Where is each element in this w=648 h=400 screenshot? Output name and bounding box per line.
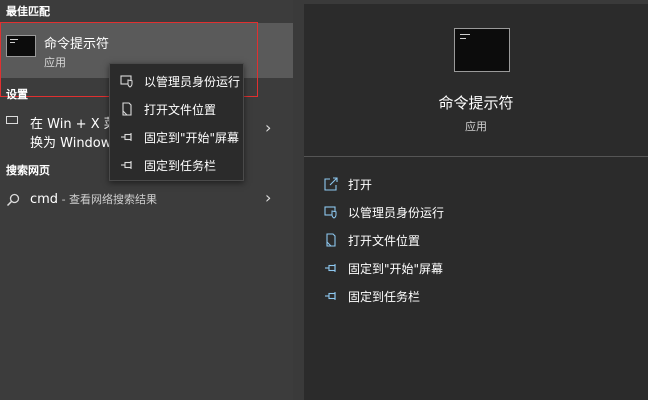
- folder-file-icon: [324, 233, 338, 247]
- action-label: 打开: [348, 178, 373, 192]
- web-search-suffix: - 查看网络搜索结果: [58, 193, 158, 206]
- web-search-query: cmd: [30, 192, 59, 207]
- settings-header: 设置: [6, 88, 28, 101]
- context-menu-item-run-as-admin[interactable]: 以管理员身份运行: [110, 68, 243, 94]
- action-run-as-admin[interactable]: 以管理员身份运行: [304, 200, 648, 224]
- shield-window-icon: [120, 74, 134, 88]
- context-menu-label: 固定到"开始"屏幕: [144, 131, 240, 145]
- cmd-app-large-icon: [454, 28, 510, 72]
- action-open[interactable]: 打开: [304, 172, 648, 196]
- pin-icon: [324, 261, 338, 275]
- context-menu-item-open-location[interactable]: 打开文件位置: [110, 96, 243, 122]
- best-match-header: 最佳匹配: [6, 5, 50, 18]
- action-label: 固定到任务栏: [348, 290, 421, 304]
- chevron-right-icon[interactable]: ›: [265, 188, 271, 207]
- action-pin-taskbar[interactable]: 固定到任务栏: [304, 284, 648, 308]
- cmd-app-icon: [6, 35, 36, 57]
- pin-icon: [120, 130, 134, 144]
- context-menu-item-pin-taskbar[interactable]: 固定到任务栏: [110, 152, 243, 178]
- context-menu: 以管理员身份运行 打开文件位置 固定到"开始"屏幕 固定到任务栏: [109, 63, 244, 181]
- action-label: 以管理员身份运行: [348, 206, 445, 220]
- preview-title: 命令提示符: [438, 94, 514, 112]
- results-pane: 最佳匹配 命令提示符 应用 设置 在 Win + X 菜 换为 Window ›…: [0, 0, 293, 400]
- divider: [304, 156, 648, 157]
- pin-icon: [324, 289, 338, 303]
- action-label: 打开文件位置: [348, 234, 421, 248]
- context-menu-label: 以管理员身份运行: [144, 75, 241, 89]
- context-menu-label: 打开文件位置: [144, 103, 217, 117]
- folder-file-icon: [120, 102, 134, 116]
- shield-window-icon: [324, 205, 338, 219]
- settings-monitor-icon: [6, 116, 18, 124]
- search-window: 最佳匹配 命令提示符 应用 设置 在 Win + X 菜 换为 Window ›…: [0, 0, 648, 400]
- context-menu-label: 固定到任务栏: [144, 159, 217, 173]
- settings-item-line2: 换为 Window: [30, 136, 112, 151]
- best-match-title: 命令提示符: [44, 37, 110, 52]
- action-open-location[interactable]: 打开文件位置: [304, 228, 648, 252]
- web-search-result-item[interactable]: cmd - 查看网络搜索结果 ›: [0, 186, 293, 212]
- preview-pane: 命令提示符 应用 打开 以管理员身份运行 打开文件位置 固定到"开始"屏幕 固定…: [304, 4, 648, 400]
- open-icon: [324, 177, 338, 191]
- context-menu-item-pin-start[interactable]: 固定到"开始"屏幕: [110, 124, 243, 150]
- preview-subtitle: 应用: [465, 120, 487, 133]
- action-pin-start[interactable]: 固定到"开始"屏幕: [304, 256, 648, 280]
- pin-icon: [120, 158, 134, 172]
- search-icon: [6, 192, 20, 207]
- action-label: 固定到"开始"屏幕: [348, 262, 444, 276]
- chevron-right-icon[interactable]: ›: [265, 118, 271, 137]
- web-search-header: 搜索网页: [6, 164, 50, 177]
- web-search-text: cmd - 查看网络搜索结果: [30, 191, 157, 207]
- settings-item-line1: 在 Win + X 菜: [30, 117, 117, 132]
- best-match-subtitle: 应用: [44, 56, 66, 69]
